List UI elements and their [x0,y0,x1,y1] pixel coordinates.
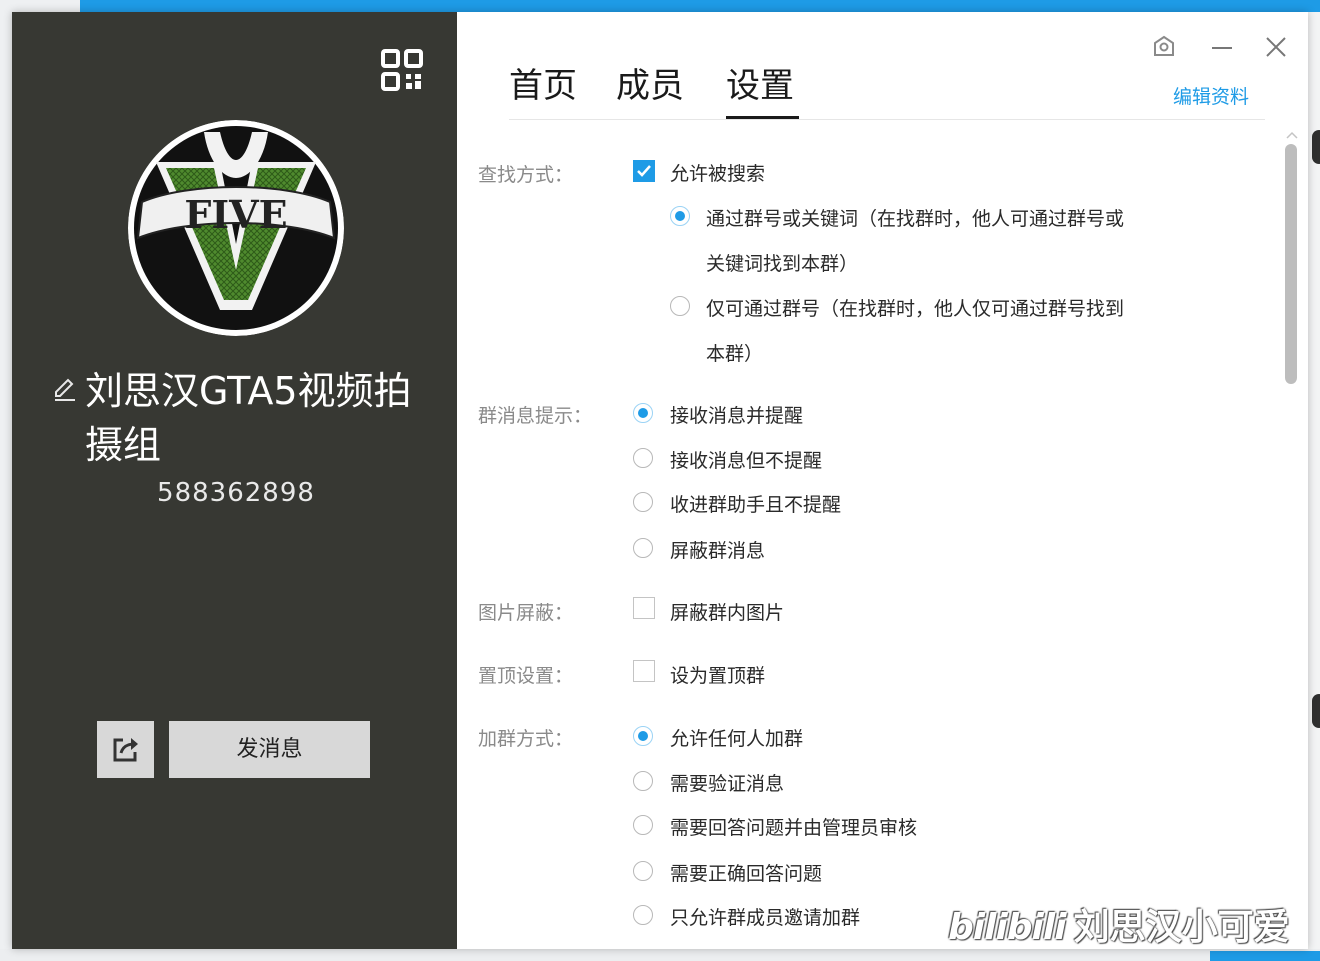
pin-setting-label: 置顶设置： [478,665,574,687]
watermark-author: 刘思汉小可爱 [1073,907,1290,948]
pin-group-checkbox[interactable] [633,660,655,682]
minimize-icon[interactable] [1209,34,1235,60]
search-method-label: 查找方式： [478,164,574,186]
skin-icon[interactable] [1151,34,1177,60]
search-option-radio[interactable] [670,206,690,226]
send-message-button[interactable]: 发消息 [169,721,370,778]
qr-code-icon[interactable] [380,48,424,92]
group-info-panel: FIVE 刘思汉GTA5视频拍摄组 588362898 发消息 [12,12,457,949]
notification-option-label[interactable]: 屏蔽群消息 [670,536,765,563]
checkmark-icon [637,165,651,177]
video-watermark: bilibili 刘思汉小可爱 [948,898,1290,950]
search-option-label[interactable]: 仅可通过群号（在找群时，他人仅可通过群号找到 [706,294,1124,321]
tab-members[interactable]: 成员 [616,64,684,108]
join-option-label[interactable]: 需要回答问题并由管理员审核 [670,813,917,840]
allow-search-checkbox[interactable] [633,160,655,182]
join-method-label: 加群方式： [478,728,574,750]
scrollbar-thumb[interactable] [1285,144,1297,384]
block-images-option-label[interactable]: 屏蔽群内图片 [670,598,784,625]
tab-home[interactable]: 首页 [509,64,577,108]
join-option-radio[interactable] [633,771,653,791]
join-option-label[interactable]: 只允许群成员邀请加群 [670,903,860,930]
notification-option-radio[interactable] [633,538,653,558]
share-button[interactable] [97,721,154,778]
avatar-logo-text: FIVE [184,192,287,237]
notification-option-label[interactable]: 收进群助手且不提醒 [670,490,841,517]
notification-option-radio[interactable] [633,492,653,512]
background-window-peek [1312,130,1320,164]
background-window-peek [1312,694,1320,728]
background-window-bottom [0,949,1320,961]
edit-profile-link[interactable]: 编辑资料 [1173,82,1249,109]
join-option-radio[interactable] [633,726,653,746]
search-option-label-cont: 本群） [706,343,764,365]
tab-settings[interactable]: 设置 [726,64,794,108]
join-option-radio[interactable] [633,815,653,835]
watermark-brand: bilibili [948,907,1067,948]
join-option-radio[interactable] [633,905,653,925]
pin-group-option-label[interactable]: 设为置顶群 [670,661,765,688]
group-number: 588362898 [157,478,315,508]
settings-panel: 首页 成员 设置 编辑资料 查找方式： 允许被搜索 通过群号或关键词（在找群时，… [457,12,1308,949]
search-option-radio[interactable] [670,296,690,316]
background-window-accent [80,0,1320,12]
notification-label: 群消息提示： [478,405,593,427]
image-block-label: 图片屏蔽： [478,602,574,624]
group-avatar[interactable]: FIVE [128,120,344,336]
join-option-radio[interactable] [633,861,653,881]
join-option-label[interactable]: 需要验证消息 [670,769,784,796]
settings-scrollbar[interactable] [1285,130,1299,949]
notification-option-label[interactable]: 接收消息并提醒 [670,401,803,428]
search-option-label[interactable]: 通过群号或关键词（在找群时，他人可通过群号或 [706,204,1124,231]
notification-option-radio[interactable] [633,448,653,468]
scroll-up-arrow-icon[interactable] [1286,130,1298,140]
notification-option-radio[interactable] [633,403,653,423]
notification-option-label[interactable]: 接收消息但不提醒 [670,446,822,473]
edit-pencil-icon[interactable] [52,376,78,402]
close-icon[interactable] [1263,34,1289,60]
group-profile-window: FIVE 刘思汉GTA5视频拍摄组 588362898 发消息 首页 成员 设置… [12,12,1308,949]
allow-search-label[interactable]: 允许被搜索 [670,159,765,186]
block-images-checkbox[interactable] [633,597,655,619]
background-window-button [1210,951,1320,961]
search-option-label-cont: 关键词找到本群） [706,253,859,275]
group-name: 刘思汉GTA5视频拍摄组 [85,369,412,467]
settings-list: 查找方式： 允许被搜索 通过群号或关键词（在找群时，他人可通过群号或 关键词找到… [457,120,1279,949]
background-window-edge [1308,12,1320,961]
join-option-label[interactable]: 需要正确回答问题 [670,859,822,886]
join-option-label[interactable]: 允许任何人加群 [670,724,803,751]
share-icon [113,738,138,762]
